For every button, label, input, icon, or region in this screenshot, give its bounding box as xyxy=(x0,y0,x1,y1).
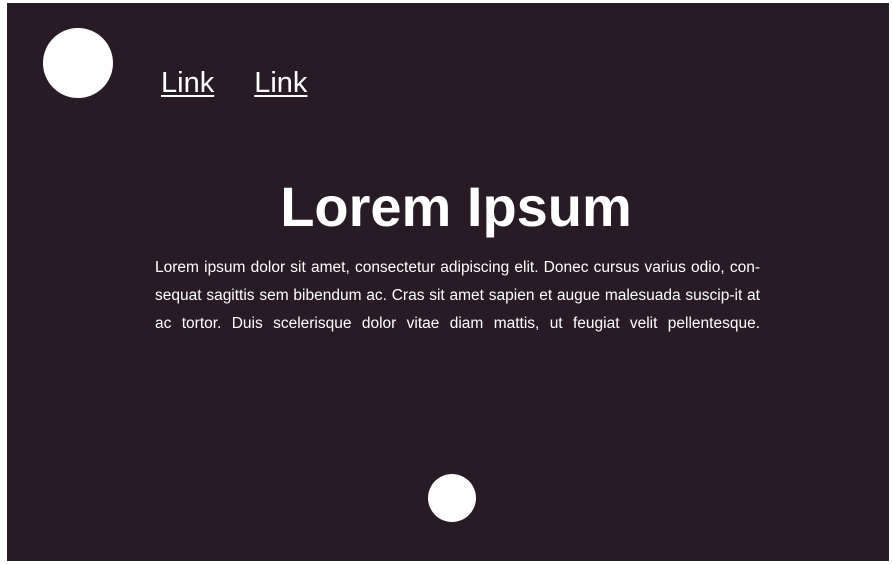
nav-link-1[interactable]: Link xyxy=(161,66,214,101)
page-frame: Link Link Lorem Ipsum Lorem ipsum dolor … xyxy=(7,3,889,561)
hero-body-text: Lorem ipsum dolor sit amet, consectetur … xyxy=(155,259,760,332)
top-nav: Link Link xyxy=(161,66,307,101)
nav-link-2[interactable]: Link xyxy=(254,66,307,101)
circle-button-icon[interactable] xyxy=(428,474,476,522)
circle-logo-icon[interactable] xyxy=(43,28,113,98)
hero-title: Lorem Ipsum xyxy=(280,175,632,238)
